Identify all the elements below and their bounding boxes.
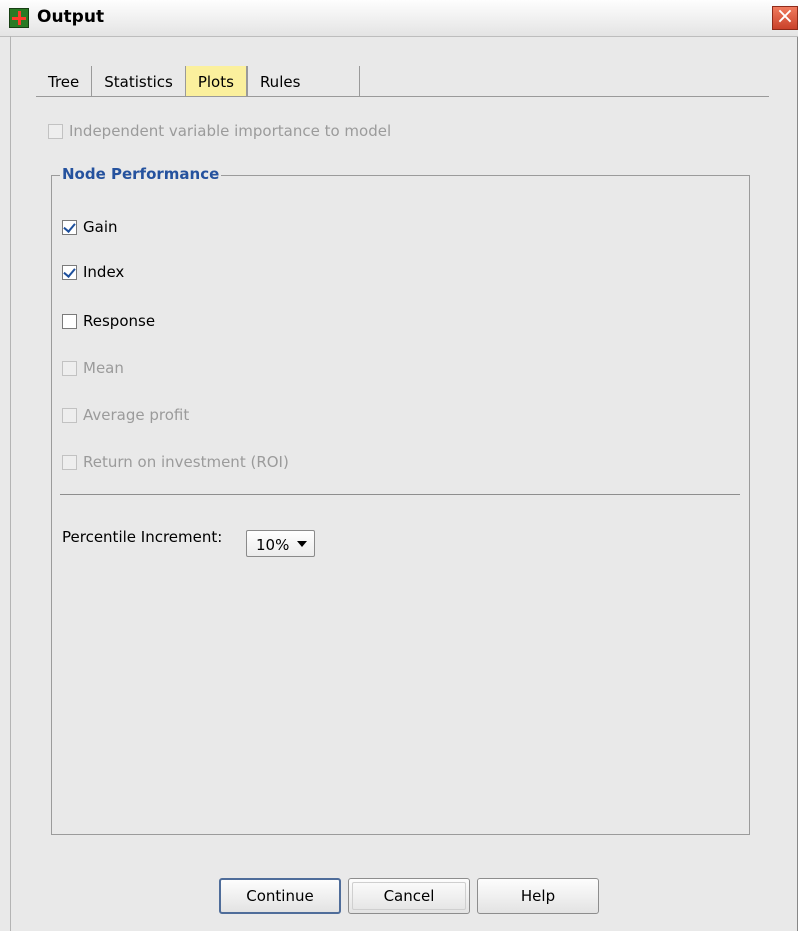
separator <box>60 494 740 495</box>
node-performance-group <box>51 175 750 835</box>
average-profit-checkbox[interactable]: Average profit <box>62 406 189 424</box>
tab-rules[interactable]: Rules <box>246 66 313 97</box>
roi-checkbox[interactable]: Return on investment (ROI) <box>62 453 289 471</box>
app-icon <box>9 8 29 28</box>
checkbox-box <box>48 123 63 139</box>
percentile-increment-value: 10% <box>256 536 290 554</box>
checkbox-box <box>62 313 77 329</box>
checkbox-box <box>62 219 77 235</box>
independent-importance-label: Independent variable importance to model <box>69 122 392 140</box>
average-profit-label: Average profit <box>83 406 190 424</box>
roi-label: Return on investment (ROI) <box>83 453 289 471</box>
output-dialog: Output × Tree Statistics Plots Rules Ind… <box>0 0 798 931</box>
window-title: Output <box>37 7 105 27</box>
tab-divider <box>359 66 360 97</box>
index-checkbox[interactable]: Index <box>62 263 124 281</box>
independent-importance-checkbox[interactable]: Independent variable importance to model <box>48 122 391 140</box>
checkbox-box <box>62 360 77 376</box>
help-label: Help <box>520 887 556 905</box>
close-icon[interactable]: × <box>772 6 798 30</box>
tab-statistics[interactable]: Statistics <box>91 66 185 97</box>
percentile-increment-dropdown[interactable]: 10% <box>246 530 315 557</box>
continue-label: Continue <box>246 887 314 905</box>
cancel-button[interactable]: Cancel <box>348 878 470 914</box>
gain-checkbox[interactable]: Gain <box>62 218 118 236</box>
response-label: Response <box>83 312 156 330</box>
mean-checkbox[interactable]: Mean <box>62 359 124 377</box>
cancel-label: Cancel <box>383 887 435 905</box>
tab-strip: Tree Statistics Plots Rules <box>36 66 313 97</box>
checkbox-box <box>62 454 77 470</box>
tab-underline <box>36 96 769 97</box>
checkbox-box <box>62 407 77 423</box>
gain-label: Gain <box>83 218 118 236</box>
tab-plots[interactable]: Plots <box>184 66 247 97</box>
help-button[interactable]: Help <box>477 878 599 914</box>
chevron-down-icon <box>297 541 307 547</box>
response-checkbox[interactable]: Response <box>62 312 155 330</box>
title-bar[interactable]: Output × <box>0 0 798 37</box>
tab-tree[interactable]: Tree <box>36 66 92 97</box>
checkbox-box <box>62 264 77 280</box>
index-label: Index <box>83 263 125 281</box>
percentile-increment-label: Percentile Increment: <box>62 528 223 546</box>
node-performance-title: Node Performance <box>60 165 222 183</box>
mean-label: Mean <box>83 359 124 377</box>
continue-button[interactable]: Continue <box>219 878 341 914</box>
